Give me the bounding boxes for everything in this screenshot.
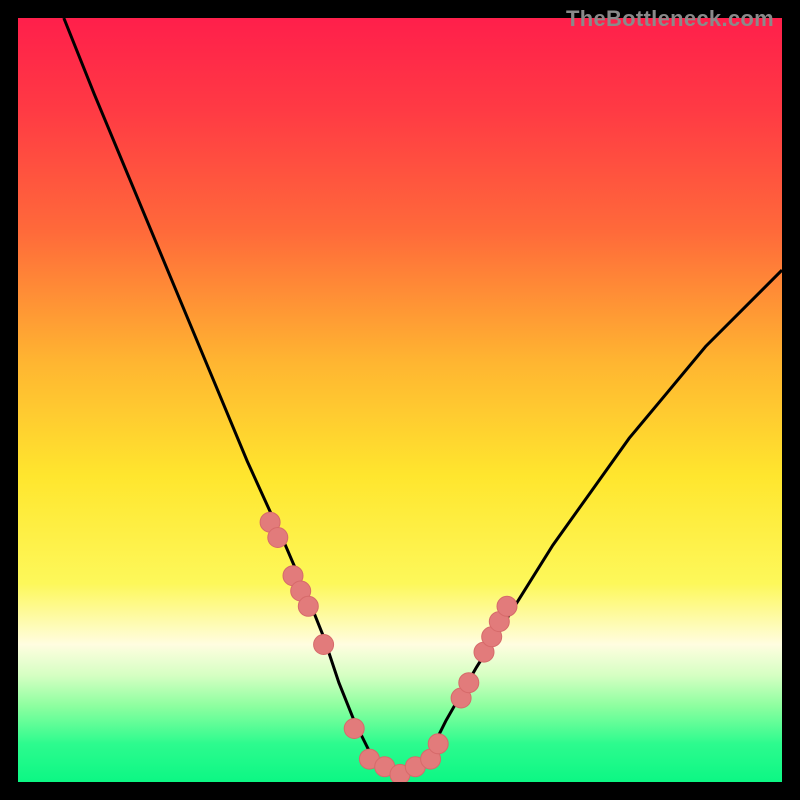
bottleneck-chart <box>18 18 782 782</box>
marker-point <box>268 528 288 548</box>
marker-point <box>344 719 364 739</box>
marker-point <box>314 635 334 655</box>
watermark-text: TheBottleneck.com <box>566 6 774 32</box>
chart-frame <box>18 18 782 782</box>
marker-point <box>459 673 479 693</box>
marker-point <box>428 734 448 754</box>
marker-point <box>298 596 318 616</box>
marker-point <box>497 596 517 616</box>
gradient-background <box>18 18 782 782</box>
